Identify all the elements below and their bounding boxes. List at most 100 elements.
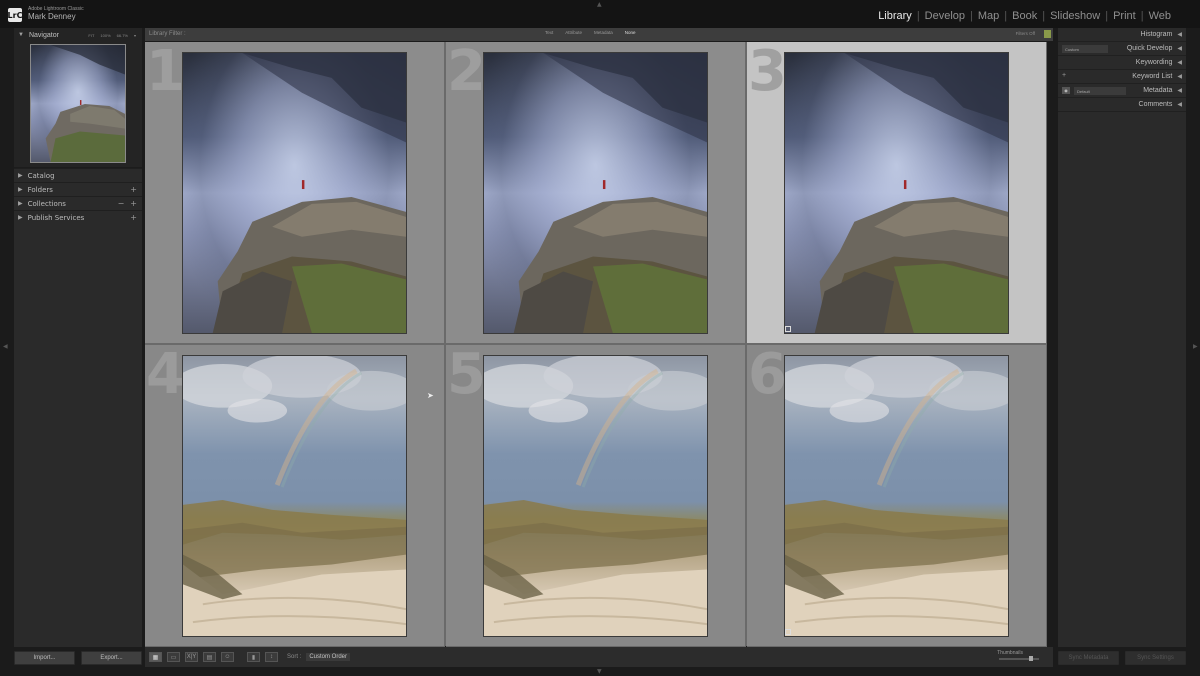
zoom-fit[interactable]: FIT — [88, 33, 94, 38]
navigator-header[interactable]: ▼ Navigator FIT 100% 66.7% ▾ — [14, 28, 142, 42]
people-view-icon[interactable]: ☺ — [221, 652, 234, 662]
zoom-667[interactable]: 66.7% — [117, 33, 128, 38]
loupe-view-icon[interactable]: ▭ — [167, 652, 180, 662]
filter-tab-metadata[interactable]: Metadata — [594, 30, 613, 35]
module-develop[interactable]: Develop — [920, 10, 970, 22]
expand-triangle-icon: ◀ — [1177, 46, 1182, 52]
right-section-label: Histogram — [1140, 31, 1173, 38]
sort-direction-icon[interactable]: ↕ — [265, 652, 278, 662]
right-section-quick-develop[interactable]: Custom Quick Develop ◀ — [1058, 42, 1186, 56]
add-keyword-icon[interactable]: + — [1062, 72, 1066, 79]
module-slideshow[interactable]: Slideshow — [1045, 10, 1105, 22]
export-button[interactable]: Export... — [81, 651, 142, 665]
grid-cell[interactable]: 5 — [446, 345, 746, 647]
module-picker: Library | Develop | Map | Book | Slideshow | Print… — [873, 10, 1176, 22]
left-section-catalog[interactable]: ▶ Catalog — [14, 168, 142, 182]
expand-triangle-icon: ◀ — [1177, 60, 1182, 66]
quick-develop-preset-select[interactable]: Custom — [1062, 45, 1108, 53]
right-section-label: Metadata — [1143, 87, 1173, 94]
grid-cell[interactable]: 1 — [145, 42, 445, 344]
right-section-comments[interactable]: Comments ◀ — [1058, 98, 1186, 112]
filter-tabs: Text Attribute Metadata None — [545, 30, 636, 35]
photo-thumbnail[interactable] — [182, 355, 407, 637]
navigator-preview-image[interactable] — [30, 44, 126, 163]
grid-cell[interactable]: 3 — [747, 42, 1047, 344]
grid-cell[interactable]: 2 — [446, 42, 746, 344]
library-filter-title: Library Filter : — [149, 31, 186, 37]
left-section-folders[interactable]: ▶ Folders + — [14, 182, 142, 196]
photo-thumbnail[interactable] — [784, 52, 1009, 334]
metadata-preset-select[interactable]: Default — [1074, 87, 1126, 95]
add-icon[interactable]: + — [130, 185, 137, 194]
edited-badge-icon — [785, 629, 791, 635]
module-print[interactable]: Print — [1108, 10, 1141, 22]
left-section-label: Folders — [27, 185, 53, 194]
grid-cell[interactable]: 4 — [145, 345, 445, 647]
left-section-publish-services[interactable]: ▶ Publish Services + — [14, 210, 142, 224]
expand-triangle-icon: ◀ — [1177, 32, 1182, 38]
filters-off-menu[interactable]: Filters Off — [1016, 31, 1035, 36]
right-section-keywording[interactable]: Keywording ◀ — [1058, 56, 1186, 70]
grid-cell-index: 3 — [748, 42, 787, 104]
lightroom-logo: LrC — [8, 8, 22, 22]
filmstrip-toggle-icon[interactable]: ▼ — [597, 668, 602, 675]
right-section-histogram[interactable]: Histogram ◀ — [1058, 28, 1186, 42]
photo-thumbnail[interactable] — [483, 52, 708, 334]
module-web[interactable]: Web — [1144, 10, 1176, 22]
sync-settings-button[interactable]: Sync Settings — [1125, 651, 1186, 665]
expand-triangle-icon: ▶ — [18, 214, 23, 221]
compare-view-icon[interactable]: X|Y — [185, 652, 198, 662]
right-panel-buttons: Sync Metadata Sync Settings — [1058, 651, 1186, 665]
photo-thumbnail[interactable] — [483, 355, 708, 637]
sync-metadata-button[interactable]: Sync Metadata — [1058, 651, 1119, 665]
thumbnail-size-knob[interactable] — [1029, 656, 1033, 661]
module-book[interactable]: Book — [1007, 10, 1042, 22]
expand-triangle-icon: ◀ — [1177, 74, 1182, 80]
photo-thumbnail[interactable] — [784, 355, 1009, 637]
metadata-toggle-icon[interactable]: ◉ — [1062, 87, 1070, 94]
survey-view-icon[interactable]: ▤ — [203, 652, 216, 662]
zoom-menu-icon[interactable]: ▾ — [134, 33, 136, 38]
thumbnails-label: Thumbnails — [997, 650, 1023, 656]
add-icon[interactable]: + — [130, 199, 137, 208]
grid-cell-index: 6 — [748, 345, 787, 407]
module-library[interactable]: Library — [873, 10, 917, 22]
grid-cell-index: 5 — [447, 345, 486, 407]
collapse-top-panel-icon[interactable]: ▲ — [597, 1, 602, 8]
left-panel-buttons: Import... Export... — [14, 651, 142, 665]
left-panel-toggle-icon[interactable]: ◀ — [3, 343, 8, 350]
grid-view: 1 2 3 4 5 6 — [145, 42, 1047, 647]
filter-tab-none[interactable]: None — [625, 30, 636, 35]
grid-cell-index: 2 — [447, 42, 486, 104]
right-section-label: Comments — [1138, 101, 1173, 108]
zoom-100[interactable]: 100% — [100, 33, 110, 38]
filter-tab-text[interactable]: Text — [545, 30, 553, 35]
library-filter-bar: Library Filter : Text Attribute Metadata No… — [145, 28, 1053, 41]
remove-icon[interactable]: − — [118, 199, 125, 208]
filter-tab-attribute[interactable]: Attribute — [565, 30, 582, 35]
grid-toolbar: ▦ ▭ X|Y ▤ ☺ ▮ ↕ Sort : Custom Order Thum… — [145, 647, 1053, 667]
spray-can-icon[interactable]: ▮ — [247, 652, 260, 662]
identity-plate: LrC Adobe Lightroom Classic Mark Denney … — [0, 0, 1200, 28]
sort-order-select[interactable]: Custom Order — [306, 653, 351, 661]
add-icon[interactable]: + — [130, 213, 137, 222]
filter-lock-icon[interactable] — [1044, 30, 1051, 38]
grid-cell-index: 4 — [146, 345, 185, 407]
left-section-label: Publish Services — [27, 213, 85, 222]
photo-thumbnail[interactable] — [182, 52, 407, 334]
left-panel: ▼ Navigator FIT 100% 66.7% ▾ ▶ Catalog ▶… — [14, 28, 142, 647]
module-map[interactable]: Map — [973, 10, 1004, 22]
navigator-title: Navigator — [28, 31, 59, 39]
right-section-label: Keywording — [1135, 59, 1173, 66]
left-section-collections[interactable]: ▶ Collections − + — [14, 196, 142, 210]
navigator-panel: ▼ Navigator FIT 100% 66.7% ▾ — [14, 28, 142, 168]
lightroom-window: LrC Adobe Lightroom Classic Mark Denney … — [0, 0, 1200, 676]
right-panel-toggle-icon[interactable]: ▶ — [1193, 343, 1198, 350]
thumbnail-size-slider[interactable] — [999, 658, 1039, 660]
grid-view-icon[interactable]: ▦ — [149, 652, 162, 662]
right-section-metadata[interactable]: Default ◉ Metadata ◀ — [1058, 84, 1186, 98]
import-button[interactable]: Import... — [14, 651, 75, 665]
right-section-keyword-list[interactable]: + Keyword List ◀ — [1058, 70, 1186, 84]
mouse-cursor-icon: ➤ — [427, 391, 434, 400]
grid-cell[interactable]: 6 — [747, 345, 1047, 647]
